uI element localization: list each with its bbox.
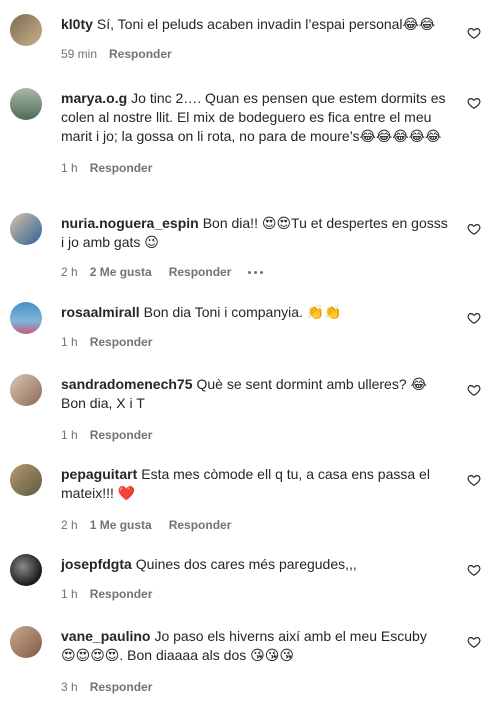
reply-button[interactable]: Responder [109, 47, 172, 61]
comment-username[interactable]: josepfdgta [61, 556, 132, 572]
avatar[interactable] [10, 88, 42, 120]
avatar[interactable] [10, 14, 42, 46]
likes-count[interactable]: 1 Me gusta [90, 518, 152, 532]
comment-username[interactable]: sandradomenech75 [61, 376, 193, 392]
avatar[interactable] [10, 554, 42, 586]
like-heart-icon[interactable] [467, 311, 481, 325]
comment-time[interactable]: 59 min [61, 47, 97, 61]
comment-username[interactable]: vane_paulino [61, 628, 150, 644]
comment-text: Sí, Toni el peluds acaben invadin l’espa… [96, 16, 436, 32]
avatar[interactable] [10, 213, 42, 245]
like-heart-icon[interactable] [467, 96, 481, 110]
like-heart-icon[interactable] [467, 635, 481, 649]
like-heart-icon[interactable] [467, 473, 481, 487]
comment-username[interactable]: kl0ty [61, 16, 93, 32]
comment-time[interactable]: 1 h [61, 335, 78, 349]
comment-text: Bon dia Toni i companyia. 👏👏 [143, 304, 342, 320]
reply-button[interactable]: Responder [169, 518, 232, 532]
comment-username[interactable]: pepaguitart [61, 466, 137, 482]
comment-username[interactable]: rosaalmirall [61, 304, 140, 320]
reply-button[interactable]: Responder [90, 161, 153, 175]
more-options-icon[interactable] [248, 270, 264, 274]
like-heart-icon[interactable] [467, 222, 481, 236]
comment-time[interactable]: 1 h [61, 161, 78, 175]
avatar[interactable] [10, 626, 42, 658]
comment-time[interactable]: 1 h [61, 587, 78, 601]
reply-button[interactable]: Responder [90, 335, 153, 349]
likes-count[interactable]: 2 Me gusta [90, 265, 152, 279]
avatar[interactable] [10, 302, 42, 334]
comment-time[interactable]: 2 h [61, 518, 78, 532]
reply-button[interactable]: Responder [90, 587, 153, 601]
comment-username[interactable]: marya.o.g [61, 90, 127, 106]
comment-time[interactable]: 3 h [61, 680, 78, 694]
comment-text: Quines dos cares més paregudes,,, [135, 556, 357, 572]
reply-button[interactable]: Responder [90, 680, 153, 694]
comments-list: kl0ty Sí, Toni el peluds acaben invadin l… [0, 0, 490, 705]
reply-button[interactable]: Responder [169, 265, 232, 279]
comment-time[interactable]: 1 h [61, 428, 78, 442]
avatar[interactable] [10, 464, 42, 496]
like-heart-icon[interactable] [467, 563, 481, 577]
comment-time[interactable]: 2 h [61, 265, 78, 279]
reply-button[interactable]: Responder [90, 428, 153, 442]
like-heart-icon[interactable] [467, 26, 481, 40]
avatar[interactable] [10, 374, 42, 406]
comment-username[interactable]: nuria.noguera_espin [61, 215, 199, 231]
like-heart-icon[interactable] [467, 383, 481, 397]
